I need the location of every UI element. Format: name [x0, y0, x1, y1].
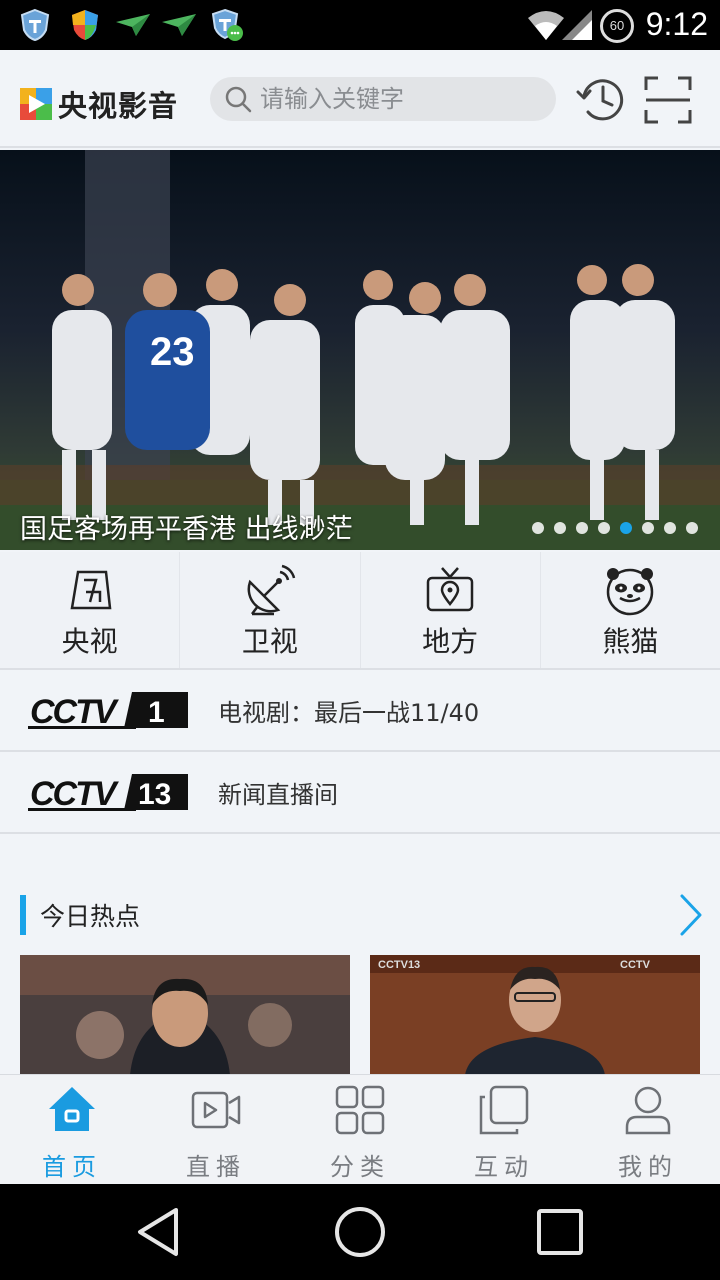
- channel-row-cctv13[interactable]: CCTV 13 新闻直播间: [0, 752, 720, 834]
- category-cctv[interactable]: 央视: [0, 552, 181, 668]
- carousel-dot[interactable]: [598, 522, 610, 534]
- carousel-dot[interactable]: [532, 522, 544, 534]
- carousel-dot[interactable]: [620, 522, 632, 534]
- bottom-tab-bar: 首页 直播 分类 互动 我的: [0, 1074, 720, 1184]
- system-nav-bar: [0, 1184, 720, 1280]
- cctv1-logo: CCTV 1: [28, 692, 188, 730]
- carousel-dot[interactable]: [686, 522, 698, 534]
- channel-number: 1: [148, 696, 165, 729]
- back-icon[interactable]: [130, 1204, 186, 1260]
- app-logo: 央视影音: [20, 83, 178, 125]
- carousel-dot[interactable]: [664, 522, 676, 534]
- tab-home[interactable]: 首页: [0, 1075, 144, 1184]
- section-accent-bar: [20, 895, 26, 935]
- paper-plane-icon: [116, 14, 150, 36]
- hot-news-thumbnail[interactable]: [20, 955, 350, 1075]
- satellite-dish-icon: [247, 564, 296, 616]
- carousel-dot[interactable]: [642, 522, 654, 534]
- grid-category-icon: [335, 1085, 385, 1135]
- svg-text:CCTV13: CCTV13: [378, 959, 420, 971]
- hot-news-thumbnail[interactable]: CCTV13 CCTV: [370, 955, 700, 1075]
- tab-live[interactable]: 直播: [144, 1075, 288, 1184]
- home-circle-icon[interactable]: [332, 1204, 388, 1260]
- tab-interact[interactable]: 互动: [432, 1075, 576, 1184]
- news-image: [20, 955, 350, 1075]
- tab-label: 分类: [330, 1153, 390, 1181]
- shield-chat-icon: [211, 8, 243, 41]
- category-satellite[interactable]: 卫视: [180, 552, 361, 668]
- svg-text:23: 23: [150, 330, 195, 374]
- clock: 9:12: [645, 6, 708, 42]
- history-clock-icon[interactable]: [576, 74, 628, 126]
- scan-icon[interactable]: [642, 74, 694, 126]
- shield-icon: [20, 8, 50, 42]
- svg-text:CCTV: CCTV: [620, 959, 651, 971]
- news-image: CCTV13 CCTV: [370, 955, 700, 1075]
- category-label: 熊猫: [602, 625, 659, 658]
- category-panda[interactable]: 熊猫: [541, 552, 720, 668]
- panda-icon: [607, 568, 654, 616]
- category-row: 央视 卫视 地方 熊猫: [0, 552, 720, 670]
- section-title: 今日热点: [40, 902, 141, 931]
- tv-location-icon: [426, 567, 474, 612]
- logo-mark-icon: [20, 88, 52, 120]
- home-icon: [49, 1087, 95, 1131]
- app-name: 央视影音: [58, 89, 179, 123]
- live-video-icon: [191, 1091, 241, 1129]
- svg-text:CCTV: CCTV: [30, 775, 120, 812]
- category-label: 地方: [422, 625, 479, 658]
- interact-icon: [479, 1085, 529, 1135]
- carousel-indicator: [532, 522, 698, 534]
- banner-image: 23: [0, 150, 720, 550]
- tab-label: 直播: [186, 1153, 246, 1181]
- channel-program: 新闻直播间: [218, 780, 338, 809]
- banner-carousel[interactable]: 23 国足客场再平香港 出线渺茫: [0, 150, 720, 550]
- app-header: 央视影音: [0, 50, 720, 148]
- tab-label: 我的: [618, 1153, 678, 1181]
- battery-indicator: 60: [600, 9, 634, 43]
- tab-label: 首页: [42, 1153, 102, 1181]
- category-local[interactable]: 地方: [361, 552, 541, 668]
- category-label: 央视: [61, 625, 118, 658]
- channel-row-cctv1[interactable]: CCTV 1 电视剧：最后一战11/40: [0, 670, 720, 752]
- status-bar: 60 9:12: [0, 0, 720, 50]
- tab-category[interactable]: 分类: [288, 1075, 432, 1184]
- section-header-hot: 今日热点: [20, 894, 140, 936]
- channel-number: 13: [138, 778, 171, 811]
- tab-mine[interactable]: 我的: [576, 1075, 720, 1184]
- cell-signal-icon: [562, 10, 592, 40]
- chevron-right-icon[interactable]: [672, 892, 708, 938]
- channel-program: 电视剧：最后一战11/40: [218, 698, 480, 727]
- recents-icon[interactable]: [532, 1204, 588, 1260]
- search-bar[interactable]: [210, 77, 556, 121]
- tab-label: 互动: [474, 1153, 534, 1181]
- category-label: 卫视: [241, 625, 298, 658]
- user-icon: [625, 1086, 671, 1135]
- paper-plane-icon: [162, 14, 196, 36]
- cctv-icon: [70, 570, 112, 610]
- carousel-dot[interactable]: [554, 522, 566, 534]
- search-icon: [225, 86, 252, 113]
- cctv13-logo: CCTV 13: [28, 774, 188, 812]
- search-input[interactable]: [260, 85, 550, 113]
- carousel-dot[interactable]: [576, 522, 588, 534]
- colored-shield-icon: [72, 10, 98, 40]
- svg-text:CCTV: CCTV: [30, 693, 120, 730]
- banner-caption[interactable]: 国足客场再平香港 出线渺茫: [20, 507, 353, 546]
